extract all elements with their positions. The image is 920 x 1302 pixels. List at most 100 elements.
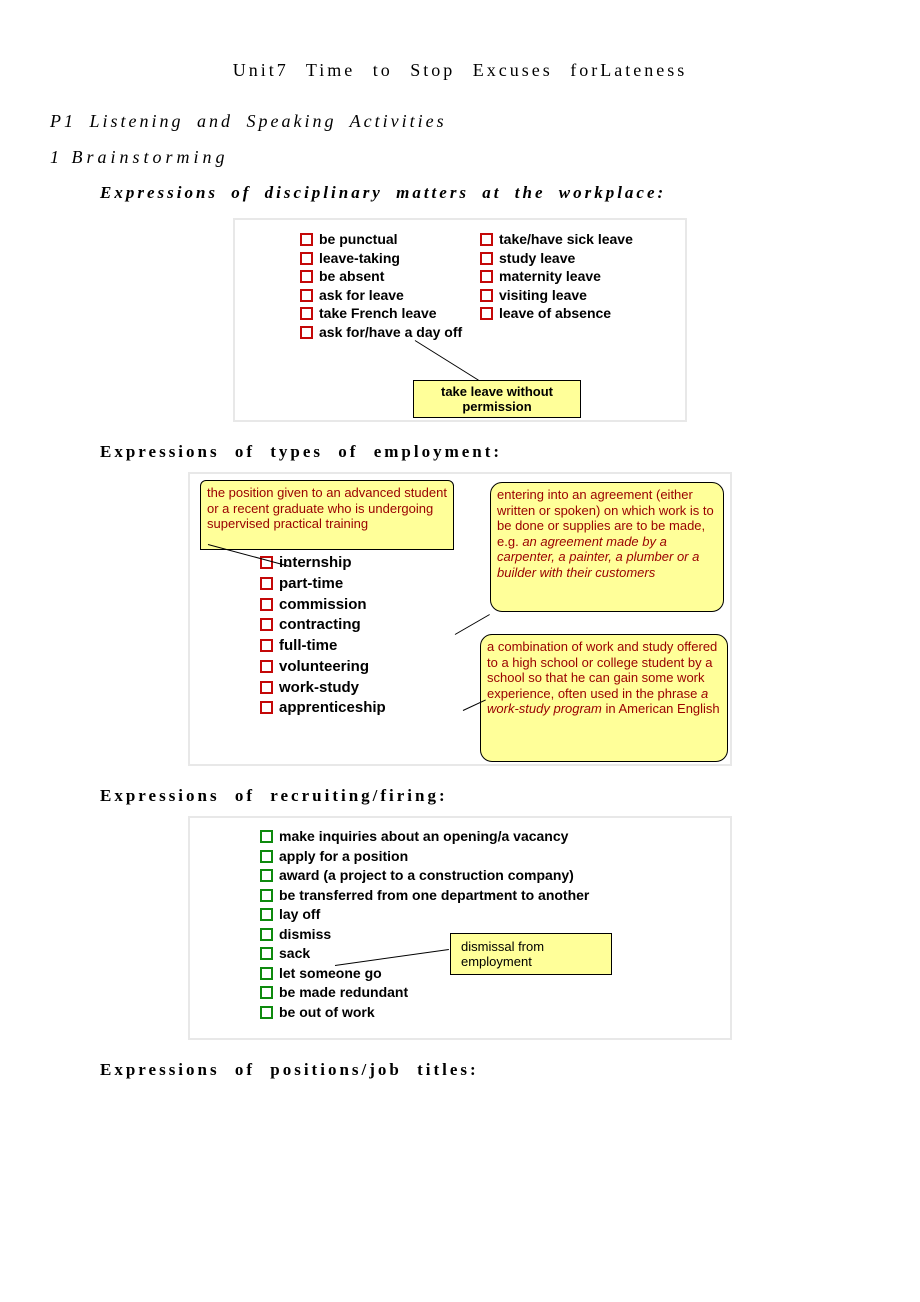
item-text: apply for a position [279,848,408,866]
item-text: sack [279,945,310,963]
list-item: leave-taking [300,250,470,268]
section-brainstorm: 1 Brainstorming [50,147,870,168]
bullet-icon [260,618,273,631]
bullet-icon [260,639,273,652]
list-item: part-time [260,575,460,594]
subsection-employment: Expressions of types of employment: [100,442,870,462]
bullet-icon [260,928,273,941]
item-text: apprenticeship [279,699,386,718]
bullet-icon [300,289,313,302]
fig1-right-col: take/have sick leave study leave materni… [480,230,670,324]
bullet-icon [260,986,273,999]
list-item: lay off [260,906,700,924]
bullet-icon [300,252,313,265]
callout-sack: dismissal from employment [450,933,612,975]
list-item: leave of absence [480,305,670,323]
bullet-icon [300,326,313,339]
list-item: visiting leave [480,287,670,305]
fig3-list: make inquiries about an opening/a vacanc… [260,826,700,1023]
item-text: ask for leave [319,287,404,305]
bullet-icon [480,233,493,246]
list-item: ask for leave [300,287,470,305]
item-text: be out of work [279,1004,375,1022]
item-text: be made redundant [279,984,408,1002]
figure-recruiting: make inquiries about an opening/a vacanc… [188,816,732,1040]
list-item: volunteering [260,658,460,677]
list-item: contracting [260,616,460,635]
subsection-positions: Expressions of positions/job titles: [100,1060,870,1080]
bullet-icon [260,967,273,980]
list-item: study leave [480,250,670,268]
item-text: let someone go [279,965,382,983]
callout-workstudy: a combination of work and study offered … [480,634,728,762]
bullet-icon [260,947,273,960]
item-text: maternity leave [499,268,601,286]
list-item: be punctual [300,231,470,249]
bullet-icon [260,908,273,921]
bullet-icon [260,701,273,714]
fig2-list: internship part-time commission contract… [260,552,460,720]
bullet-icon [260,577,273,590]
page-title: Unit7 Time to Stop Excuses forLateness [50,60,870,81]
bullet-icon [480,270,493,283]
item-text: leave of absence [499,305,611,323]
list-item: award (a project to a construction compa… [260,867,700,885]
bullet-icon [260,850,273,863]
section-p1: P1 Listening and Speaking Activities [50,111,870,132]
bullet-icon [260,889,273,902]
item-text: full-time [279,637,337,656]
subsection-recruiting: Expressions of recruiting/firing: [100,786,870,806]
list-item: apprenticeship [260,699,460,718]
item-text: volunteering [279,658,369,677]
bullet-icon [480,307,493,320]
item-text: be transferred from one department to an… [279,887,589,905]
bullet-icon [260,1006,273,1019]
item-text: study leave [499,250,575,268]
list-item: work-study [260,679,460,698]
bullet-icon [480,289,493,302]
callout-example: an agreement made by a carpenter, a pain… [497,534,699,580]
item-text: take/have sick leave [499,231,633,249]
list-item: apply for a position [260,848,700,866]
bullet-icon [260,598,273,611]
bullet-icon [300,233,313,246]
item-text: be punctual [319,231,398,249]
list-item: ask for/have a day off [300,324,470,342]
bullet-icon [300,270,313,283]
item-text: work-study [279,679,359,698]
figure-employment: the position given to an advanced studen… [188,472,732,766]
bullet-icon [260,869,273,882]
item-text: internship [279,554,352,573]
bullet-icon [480,252,493,265]
callout-text: in American English [602,701,720,716]
list-item: maternity leave [480,268,670,286]
list-item: commission [260,596,460,615]
callout-french-leave: take leave without permission [413,380,581,418]
item-text: leave-taking [319,250,400,268]
item-text: be absent [319,268,384,286]
list-item: be out of work [260,1004,700,1022]
list-item: full-time [260,637,460,656]
callout-internship: the position given to an advanced studen… [200,480,454,550]
item-text: take French leave [319,305,437,323]
item-text: dismiss [279,926,331,944]
list-item: take/have sick leave [480,231,670,249]
list-item: internship [260,554,460,573]
bullet-icon [260,660,273,673]
item-text: ask for/have a day off [319,324,462,342]
figure-disciplinary: be punctual leave-taking be absent ask f… [233,218,687,422]
item-text: lay off [279,906,320,924]
bullet-icon [260,830,273,843]
item-text: visiting leave [499,287,587,305]
list-item: be made redundant [260,984,700,1002]
connector-line [415,340,479,381]
callout-text: a combination of work and study offered … [487,639,717,701]
subsection-disciplinary: Expressions of disciplinary matters at t… [100,183,870,203]
list-item: make inquiries about an opening/a vacanc… [260,828,700,846]
bullet-icon [260,681,273,694]
bullet-icon [300,307,313,320]
item-text: commission [279,596,367,615]
fig1-left-col: be punctual leave-taking be absent ask f… [300,230,470,342]
list-item: take French leave [300,305,470,323]
callout-contracting: entering into an agreement (either writt… [490,482,724,612]
